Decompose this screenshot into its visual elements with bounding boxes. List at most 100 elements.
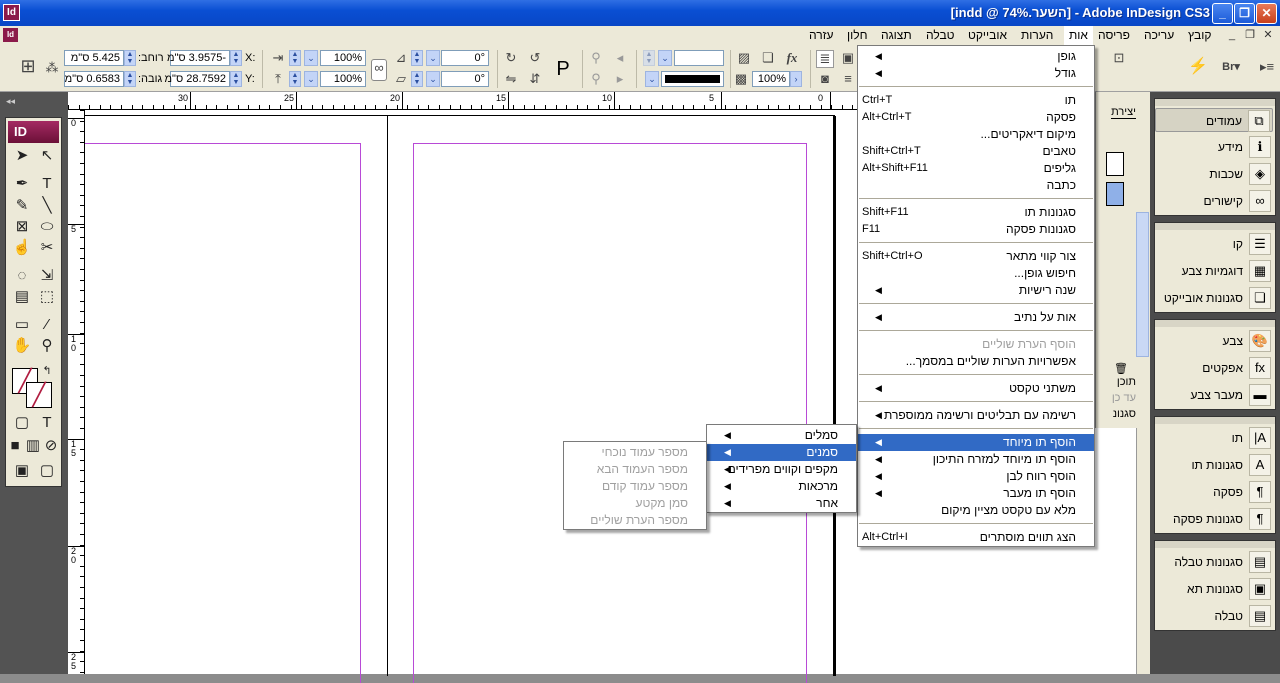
panel-group-header[interactable] — [1155, 320, 1275, 327]
menu-item[interactable]: הוסף תו מיוחד למזרח התיכון ◀ — [858, 451, 1094, 468]
menu-item[interactable]: גופן ◀ — [858, 48, 1094, 65]
menu-item[interactable]: הוסף רווח לבן ◀ — [858, 468, 1094, 485]
menu-item[interactable]: טאבים Shift+Ctrl+T — [858, 143, 1094, 160]
menu-item[interactable]: מיקום דיאקריטים... — [858, 126, 1094, 143]
panel-tab[interactable]: A סגנונות תו — [1155, 453, 1273, 477]
scale-x-input[interactable]: 100% — [320, 50, 366, 66]
rotate-cw-icon[interactable]: ↻ — [503, 50, 519, 66]
x-stepper[interactable]: ▲ ▼ — [230, 50, 242, 66]
width-stepper[interactable]: ▲ ▼ — [124, 50, 136, 66]
panel-tab[interactable]: ☰ קו — [1155, 232, 1273, 256]
pen-tool-icon[interactable]: ✒ — [11, 174, 33, 194]
apply-none-icon[interactable]: ⊘ — [40, 436, 62, 456]
panel-tab[interactable]: ¶ פסקה — [1155, 480, 1273, 504]
y-stepper[interactable]: ▲ ▼ — [230, 71, 242, 87]
panel-tab[interactable]: ▤ טבלה — [1155, 604, 1273, 628]
menu-item[interactable]: מספר העמוד הבא — [564, 461, 706, 478]
chain-link-icon[interactable]: ∞ — [371, 59, 387, 81]
menu-item[interactable]: מרכאות ◀ — [707, 478, 856, 495]
swap-fill-stroke-icon[interactable]: ↰ — [40, 364, 54, 378]
page-thumbnail-selected[interactable] — [1106, 182, 1124, 206]
hand-tool-icon[interactable]: ✋ — [11, 336, 33, 356]
select-previous-icon[interactable]: ◂ — [612, 50, 628, 66]
constrain-icon[interactable]: ⁂ — [44, 60, 60, 76]
panel-tab[interactable]: 🎨 צבע — [1155, 329, 1273, 353]
menu-item[interactable]: משתני טקסט ◀ — [858, 380, 1094, 397]
trash-icon[interactable]: 🗑 — [1114, 362, 1128, 375]
select-next-icon[interactable]: ▸ — [612, 71, 628, 87]
doc-restore-button[interactable]: ❐ — [1242, 28, 1258, 43]
menu-item[interactable]: סמנים ◀ — [707, 444, 856, 461]
menu-notes[interactable]: הערות — [1016, 26, 1058, 45]
panel-tab[interactable]: fx אפקטים — [1155, 356, 1273, 380]
scale-y-input[interactable]: 100% — [320, 71, 366, 87]
panel-tab[interactable]: ▦ דוגמיות צבע — [1155, 259, 1273, 283]
eyedropper-tool-icon[interactable]: ⁄ — [36, 315, 58, 335]
doc-minimize-button[interactable]: _ — [1224, 28, 1240, 43]
panel-tab[interactable]: ▣ סגנונות תא — [1155, 577, 1273, 601]
menu-view[interactable]: תצוגה — [876, 26, 917, 45]
select-container-icon[interactable]: ⚲ — [588, 50, 604, 66]
text-wrap-none-icon[interactable]: ≣ — [816, 50, 834, 68]
menu-window[interactable]: חלון — [842, 26, 873, 45]
gradient-feather-tool-icon[interactable]: ⬚ — [36, 287, 58, 307]
menu-item[interactable]: גליפים Alt+Shift+F11 — [858, 160, 1094, 177]
panel-group-header[interactable] — [1155, 417, 1275, 424]
width-input[interactable]: 5.425 ס"מ — [64, 50, 124, 66]
stroke-weight-input[interactable] — [674, 50, 724, 66]
menu-item[interactable]: גודל ◀ — [858, 65, 1094, 82]
page-thumbnail[interactable] — [1106, 152, 1124, 176]
document-icon[interactable]: Id — [3, 28, 18, 42]
panel-tab[interactable]: ∞ קישורים — [1155, 189, 1273, 213]
scale-y-dropdown[interactable]: ⌄ — [304, 71, 318, 87]
minimize-button[interactable]: _ — [1212, 3, 1233, 24]
menu-item[interactable]: סמן מקטע — [564, 495, 706, 512]
select-content-icon[interactable]: ⚲ — [588, 71, 604, 87]
selection-tool-icon[interactable]: ➤ — [11, 146, 33, 166]
button-tool-icon[interactable]: ☝ — [11, 238, 33, 258]
panel-group-header[interactable] — [1155, 99, 1275, 106]
formatting-container-icon[interactable]: ▢ — [11, 413, 33, 433]
panel-tab[interactable]: A| תו — [1155, 426, 1273, 450]
menu-object[interactable]: אובייקט — [963, 26, 1012, 45]
zoom-tool-icon[interactable]: ⚲ — [36, 336, 58, 356]
panel-tab[interactable]: ℹ מידע — [1155, 135, 1273, 159]
formatting-text-icon[interactable]: T — [36, 413, 58, 433]
menu-item[interactable]: הוסף תו מיוחד ◀ — [858, 434, 1094, 451]
menu-item[interactable]: הוסף תו מעבר ◀ — [858, 485, 1094, 502]
menu-item[interactable]: סגנונות תו Shift+F11 — [858, 204, 1094, 221]
panel-scrollbar[interactable] — [1136, 212, 1149, 357]
menu-item[interactable]: כתבה — [858, 177, 1094, 194]
text-wrap-shape-icon[interactable]: ◙ — [816, 71, 834, 87]
menu-item[interactable]: תו Ctrl+T — [858, 92, 1094, 109]
height-input[interactable]: 0.6583 ס"מ — [64, 71, 124, 87]
shear-stepper[interactable]: ▲ ▼ — [411, 71, 423, 87]
opacity-arrow[interactable]: › — [790, 71, 802, 87]
type-tool-icon[interactable]: T — [36, 174, 58, 194]
menu-layout[interactable]: פריסה — [1093, 26, 1135, 45]
reference-point-icon[interactable]: ⊞ — [16, 57, 40, 75]
x-input[interactable]: -3.9575 ס"מ — [167, 50, 230, 66]
menu-item[interactable]: מקפים וקווים מפרידים ◀ — [707, 461, 856, 478]
menu-item[interactable]: חיפוש גופן... — [858, 265, 1094, 282]
menu-item[interactable]: הצג תווים מוסתרים Alt+Ctrl+I — [858, 529, 1094, 546]
line-tool-icon[interactable]: ╲ — [36, 196, 58, 216]
text-wrap-jump-icon[interactable]: ≡ — [840, 71, 856, 87]
bridge-icon[interactable]: Br▾ — [1214, 59, 1248, 75]
panel-tab[interactable]: ⧉ עמודים — [1155, 108, 1273, 132]
menu-item[interactable]: צור קווי מתאר Shift+Ctrl+O — [858, 248, 1094, 265]
height-stepper[interactable]: ▲ ▼ — [124, 71, 136, 87]
scale-x-stepper[interactable]: ▲ ▼ — [289, 50, 301, 66]
panel-tab[interactable]: ▤ סגנונות טבלה — [1155, 550, 1273, 574]
panel-group-header[interactable] — [1155, 223, 1275, 230]
scissors-tool-icon[interactable]: ✂ — [36, 238, 58, 258]
menu-item[interactable]: אפשרויות הערות שוליים במסמך... — [858, 353, 1094, 370]
preview-mode-icon[interactable]: ▢ — [36, 461, 58, 481]
panel-group-header[interactable] — [1155, 541, 1275, 548]
stroke-type-field[interactable] — [661, 71, 724, 87]
menu-item[interactable]: רשימה עם תבליטים ורשימה ממוספרת ◀ — [858, 407, 1094, 424]
menu-item[interactable]: מספר עמוד קודם — [564, 478, 706, 495]
rotate-ccw-icon[interactable]: ↺ — [527, 50, 543, 66]
collapse-icon[interactable]: ◂◂ — [6, 96, 15, 107]
doc-close-button[interactable]: ✕ — [1260, 28, 1276, 43]
